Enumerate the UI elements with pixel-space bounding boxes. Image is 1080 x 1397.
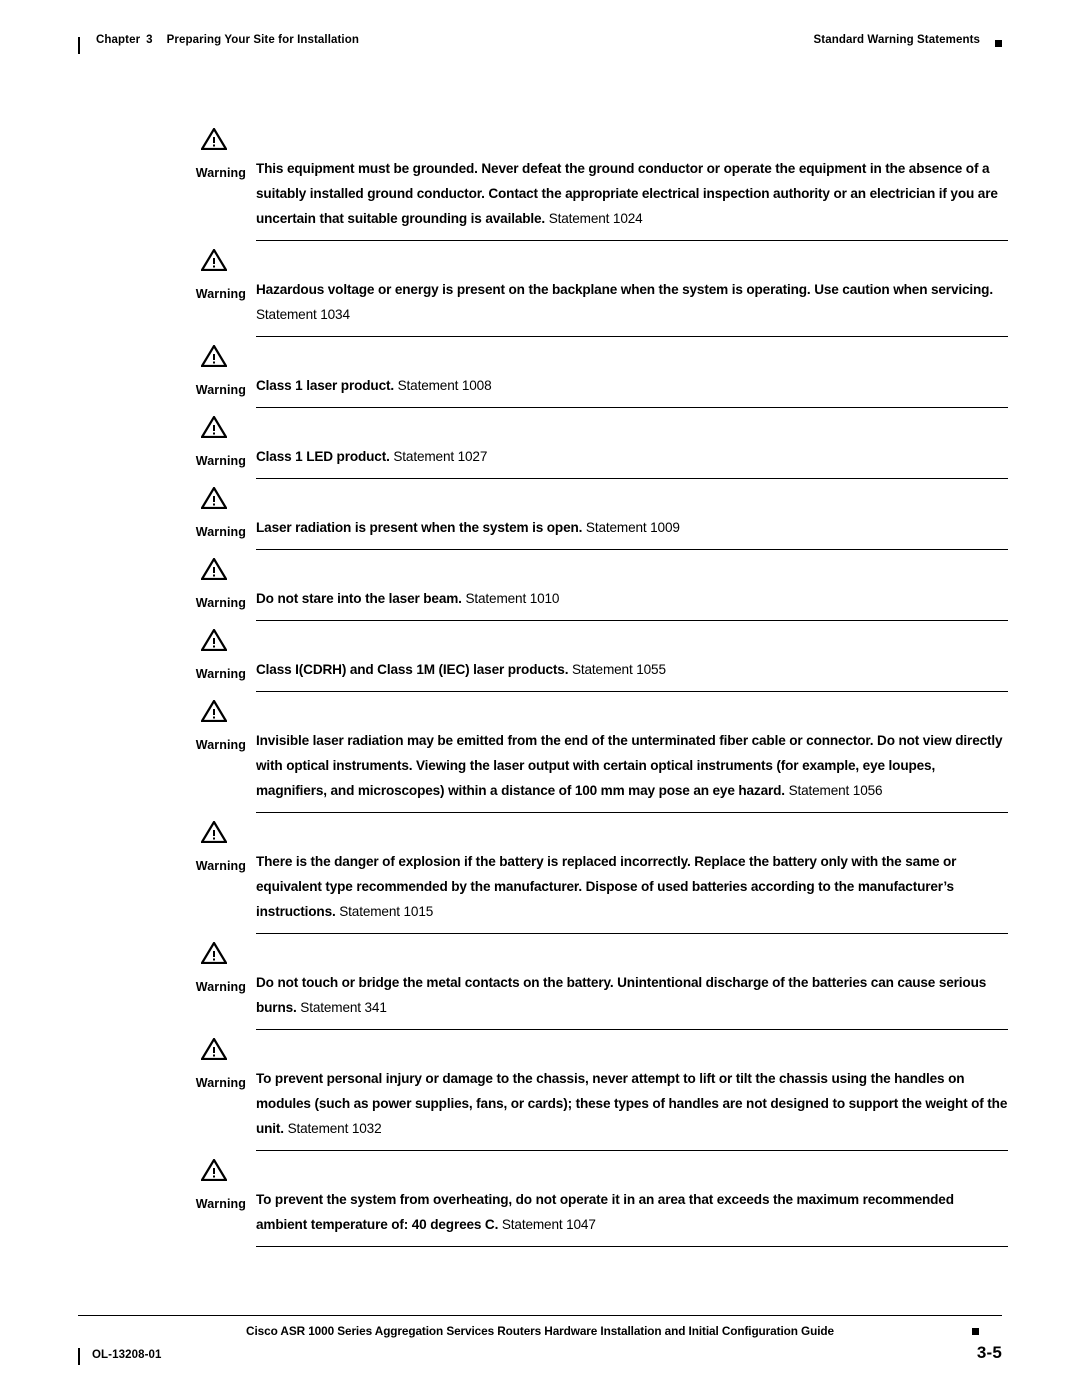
warning-label: Warning (195, 738, 246, 752)
warning-triangle-icon (201, 128, 227, 150)
warning-label: Warning (195, 1076, 246, 1090)
warning-item: Warning To prevent the system from overh… (168, 1159, 1008, 1255)
warning-triangle-icon (201, 416, 227, 438)
warning-body: Hazardous voltage or energy is present o… (256, 249, 1008, 337)
warning-item: Warning To prevent personal injury or da… (168, 1038, 1008, 1159)
warning-text-wrap: Invisible laser radiation may be emitted… (256, 700, 1008, 803)
footer-document-id: OL-13208-01 (92, 1349, 162, 1361)
warning-statement: Statement 1010 (465, 591, 560, 606)
warning-body: To prevent personal injury or damage to … (256, 1038, 1008, 1151)
header-left-rule (78, 37, 80, 54)
warning-item: Warning Do not stare into the laser beam… (168, 558, 1008, 629)
header-chapter-info: Chapter 3 Preparing Your Site for Installa… (96, 34, 359, 46)
warning-triangle-icon (201, 487, 227, 509)
header-chapter-label: Chapter (96, 34, 141, 46)
warning-label: Warning (195, 525, 246, 539)
warning-triangle-icon (201, 700, 227, 722)
footer-marker-square (972, 1328, 979, 1335)
warning-body: Laser radiation is present when the syst… (256, 487, 1008, 550)
warning-label: Warning (195, 667, 246, 681)
warning-item: Warning Class 1 LED product. Statement 1… (168, 416, 1008, 487)
warning-triangle-icon (201, 1159, 227, 1181)
warning-body: There is the danger of explosion if the … (256, 821, 1008, 934)
warning-label: Warning (195, 383, 246, 397)
warning-text: Do not stare into the laser beam. (256, 591, 462, 606)
warning-label: Warning (195, 596, 246, 610)
warning-statement: Statement 1055 (571, 662, 666, 677)
warning-text-wrap: Class 1 laser product. Statement 1008 (256, 345, 1008, 398)
warning-item: Warning Class 1 laser product. Statement… (168, 345, 1008, 416)
warning-body: Class 1 LED product. Statement 1027 (256, 416, 1008, 479)
warning-statement: Statement 1009 (585, 520, 680, 535)
warning-triangle-icon (201, 249, 227, 271)
warning-text-wrap: Laser radiation is present when the syst… (256, 487, 1008, 540)
warning-text-wrap: Hazardous voltage or energy is present o… (256, 249, 1008, 327)
warning-triangle-icon (201, 1038, 227, 1060)
warning-triangle-icon (201, 629, 227, 651)
header-section-title: Standard Warning Statements (813, 34, 980, 46)
warning-text: To prevent the system from overheating, … (256, 1192, 954, 1232)
warning-text: Laser radiation is present when the syst… (256, 520, 583, 535)
warning-label: Warning (195, 166, 246, 180)
footer-left-rule (78, 1348, 80, 1365)
warning-text: Class I(CDRH) and Class 1M (IEC) laser p… (256, 662, 569, 677)
warning-label: Warning (195, 980, 246, 994)
header-chapter-title: Preparing Your Site for Installation (166, 34, 359, 46)
warning-statement: Statement 1047 (501, 1217, 596, 1232)
footer-page-number: 3-5 (976, 1343, 1002, 1362)
warning-triangle-icon (201, 558, 227, 580)
warning-body: Do not stare into the laser beam. Statem… (256, 558, 1008, 621)
warning-text-wrap: To prevent personal injury or damage to … (256, 1038, 1008, 1141)
warning-triangle-icon (201, 821, 227, 843)
warning-text: Class 1 laser product. (256, 378, 394, 393)
header-marker-square (995, 40, 1002, 47)
warning-body: Class I(CDRH) and Class 1M (IEC) laser p… (256, 629, 1008, 692)
warning-statement: Statement 1024 (548, 211, 643, 226)
warning-statement: Statement 1015 (339, 904, 434, 919)
warning-text-wrap: Class I(CDRH) and Class 1M (IEC) laser p… (256, 629, 1008, 682)
warning-text: Class 1 LED product. (256, 449, 390, 464)
warning-statement: Statement 341 (300, 1000, 387, 1015)
warning-label: Warning (195, 287, 246, 301)
warning-body: Invisible laser radiation may be emitted… (256, 700, 1008, 813)
warning-body: Do not touch or bridge the metal contact… (256, 942, 1008, 1030)
warning-item: Warning Hazardous voltage or energy is p… (168, 249, 1008, 345)
header-chapter-number: 3 (146, 34, 153, 46)
warning-body: This equipment must be grounded. Never d… (256, 128, 1008, 241)
warning-body: To prevent the system from overheating, … (256, 1159, 1008, 1247)
warning-item: Warning Invisible laser radiation may be… (168, 700, 1008, 821)
warnings-list: Warning This equipment must be grounded.… (168, 128, 1008, 1255)
warning-statement: Statement 1034 (256, 307, 350, 322)
warning-item: Warning Class I(CDRH) and Class 1M (IEC)… (168, 629, 1008, 700)
warning-statement: Statement 1008 (397, 378, 492, 393)
page-header: Chapter 3 Preparing Your Site for Installa… (78, 34, 1002, 56)
warning-text-wrap: Class 1 LED product. Statement 1027 (256, 416, 1008, 469)
warning-statement: Statement 1027 (393, 449, 488, 464)
warning-triangle-icon (201, 345, 227, 367)
warning-body: Class 1 laser product. Statement 1008 (256, 345, 1008, 408)
warning-label: Warning (195, 454, 246, 468)
warning-text: Invisible laser radiation may be emitted… (256, 733, 1003, 798)
warning-text-wrap: This equipment must be grounded. Never d… (256, 128, 1008, 231)
warning-statement: Statement 1056 (788, 783, 883, 798)
warning-triangle-icon (201, 942, 227, 964)
warning-statement: Statement 1032 (287, 1121, 382, 1136)
warning-item: Warning There is the danger of explosion… (168, 821, 1008, 942)
warning-label: Warning (195, 1197, 246, 1211)
warning-item: Warning Do not touch or bridge the metal… (168, 942, 1008, 1038)
warning-label: Warning (195, 859, 246, 873)
footer-document-title: Cisco ASR 1000 Series Aggregation Servic… (246, 1324, 834, 1338)
warning-item: Warning Laser radiation is present when … (168, 487, 1008, 558)
warning-text: Hazardous voltage or energy is present o… (256, 282, 993, 297)
footer-divider (78, 1315, 1002, 1316)
warning-text-wrap: Do not touch or bridge the metal contact… (256, 942, 1008, 1020)
warning-text-wrap: To prevent the system from overheating, … (256, 1159, 1008, 1237)
page-footer: Cisco ASR 1000 Series Aggregation Servic… (78, 1315, 1002, 1365)
warning-item: Warning This equipment must be grounded.… (168, 128, 1008, 249)
warning-text-wrap: Do not stare into the laser beam. Statem… (256, 558, 1008, 611)
warning-text-wrap: There is the danger of explosion if the … (256, 821, 1008, 924)
